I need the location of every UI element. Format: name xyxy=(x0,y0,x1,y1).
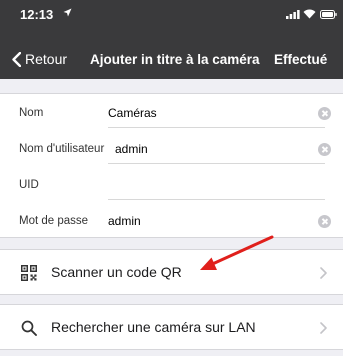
chevron-right-icon xyxy=(320,322,327,334)
search-lan-cell[interactable]: Rechercher une caméra sur LAN xyxy=(0,304,343,350)
clear-icon[interactable] xyxy=(318,215,331,228)
status-time: 12:13 xyxy=(20,7,54,22)
field-underline xyxy=(108,199,325,200)
name-row: Nom Caméras xyxy=(0,96,343,132)
name-label: Nom xyxy=(19,107,44,119)
location-arrow-icon xyxy=(63,8,72,17)
username-label: Nom d'utilisateur xyxy=(19,143,105,155)
chevron-right-icon xyxy=(320,267,327,279)
qr-code-icon xyxy=(21,265,37,281)
password-label: Mot de passe xyxy=(19,215,89,227)
status-bar: 12:13 xyxy=(0,0,343,36)
password-row: Mot de passe admin xyxy=(0,204,343,240)
field-underline xyxy=(108,163,325,164)
chevron-left-icon xyxy=(12,51,21,67)
back-button[interactable]: Retour xyxy=(12,51,67,67)
uid-label: UID xyxy=(19,179,39,191)
scan-qr-cell[interactable]: Scanner un code QR xyxy=(0,249,343,295)
battery-icon xyxy=(320,10,337,19)
camera-form: Nom Caméras Nom d'utilisateur admin UID … xyxy=(0,93,343,238)
name-field[interactable]: Caméras xyxy=(108,106,157,120)
username-row: Nom d'utilisateur admin xyxy=(0,132,343,168)
scan-qr-label: Scanner un code QR xyxy=(51,264,182,280)
done-button[interactable]: Effectué xyxy=(274,52,327,67)
uid-row: UID xyxy=(0,168,343,204)
field-underline xyxy=(108,127,325,128)
wifi-icon xyxy=(303,9,316,19)
cellular-signal-icon xyxy=(286,10,300,19)
nav-bar: Retour Ajouter in titre à la caméra Effe… xyxy=(0,36,343,79)
password-field[interactable]: admin xyxy=(108,214,141,228)
back-label: Retour xyxy=(25,51,68,67)
page-title: Ajouter in titre à la caméra xyxy=(90,52,260,67)
clear-icon[interactable] xyxy=(318,107,331,120)
username-field[interactable]: admin xyxy=(115,142,148,156)
search-icon xyxy=(21,320,37,336)
search-lan-label: Rechercher une caméra sur LAN xyxy=(51,319,256,335)
header: 12:13 Retour Ajouter in titre à la camér… xyxy=(0,0,343,79)
clear-icon[interactable] xyxy=(318,143,331,156)
